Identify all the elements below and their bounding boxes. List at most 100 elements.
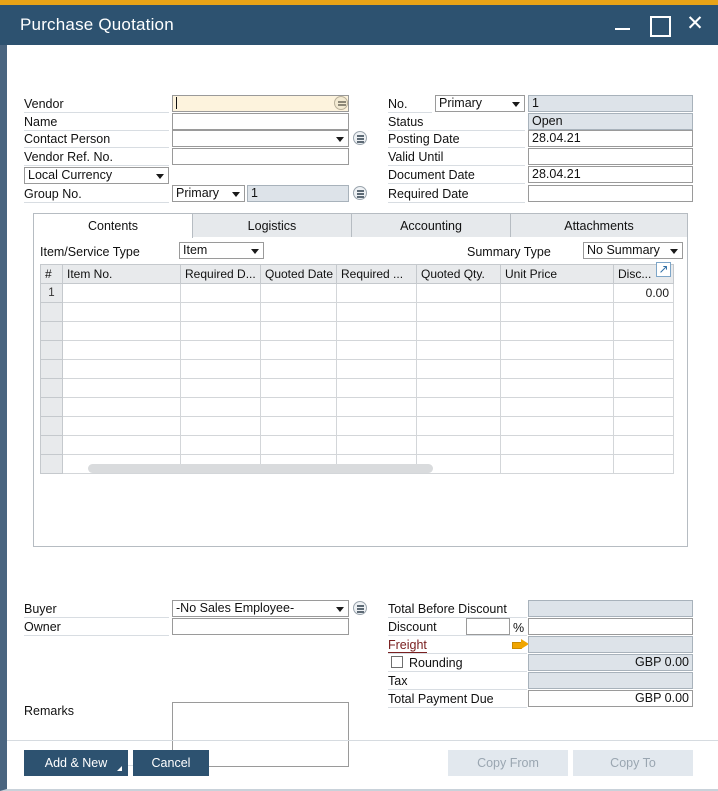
cell-empty[interactable] xyxy=(260,302,337,322)
add-and-new-button[interactable]: Add & New xyxy=(24,750,128,776)
cell-empty[interactable] xyxy=(416,321,501,341)
cell-empty[interactable] xyxy=(180,435,261,455)
column-header-unit-price[interactable]: Unit Price xyxy=(500,264,614,284)
cell-quoted-date[interactable] xyxy=(260,283,337,303)
close-icon[interactable]: ✕ xyxy=(684,11,706,37)
table-row[interactable] xyxy=(40,397,674,417)
cell-required-d[interactable] xyxy=(180,283,261,303)
table-row[interactable] xyxy=(40,378,674,398)
grid-horizontal-scrollbar[interactable] xyxy=(88,464,433,473)
split-button-arrow-icon[interactable] xyxy=(117,766,122,771)
group-no-series-select[interactable]: Primary xyxy=(172,185,245,202)
cell-empty[interactable] xyxy=(500,435,614,455)
valid-until-input[interactable] xyxy=(528,148,693,165)
cell-empty[interactable] xyxy=(416,397,501,417)
cell-empty[interactable] xyxy=(336,359,417,379)
item-service-type-select[interactable]: Item xyxy=(179,242,264,259)
group-no-value[interactable]: 1 xyxy=(247,185,349,202)
minimize-icon[interactable] xyxy=(612,11,634,37)
cell-empty[interactable] xyxy=(180,397,261,417)
cell-empty[interactable] xyxy=(336,416,417,436)
cell-empty[interactable] xyxy=(336,435,417,455)
tab-attachments[interactable]: Attachments xyxy=(510,213,688,238)
contact-person-link-button[interactable] xyxy=(353,131,367,145)
currency-select[interactable]: Local Currency xyxy=(24,167,169,184)
cell-empty[interactable] xyxy=(260,435,337,455)
cell-empty[interactable] xyxy=(62,321,181,341)
open-in-new-icon[interactable]: ↗ xyxy=(656,262,671,277)
cell-empty[interactable] xyxy=(260,359,337,379)
cell-empty[interactable] xyxy=(613,359,674,379)
cell-empty[interactable] xyxy=(260,397,337,417)
numbering-series-select[interactable]: Primary xyxy=(435,95,525,112)
table-row[interactable]: 1 0.00 xyxy=(40,283,674,303)
vendor-ref-no-input[interactable] xyxy=(172,148,349,165)
cell-empty[interactable] xyxy=(62,435,181,455)
cell-empty[interactable] xyxy=(500,359,614,379)
cell-empty[interactable] xyxy=(613,378,674,398)
column-header-item-no[interactable]: Item No. xyxy=(62,264,181,284)
cell-empty[interactable] xyxy=(336,340,417,360)
contact-person-select[interactable] xyxy=(172,130,349,147)
cell-empty[interactable] xyxy=(500,454,614,474)
owner-input[interactable] xyxy=(172,618,349,635)
cell-empty[interactable] xyxy=(260,378,337,398)
freight-link-text[interactable]: Freight xyxy=(388,638,427,653)
cell-empty[interactable] xyxy=(613,435,674,455)
cell-unit-price[interactable] xyxy=(500,283,614,303)
cell-empty[interactable] xyxy=(180,416,261,436)
maximize-icon[interactable] xyxy=(648,11,671,37)
cell-empty[interactable] xyxy=(416,416,501,436)
cell-quoted-qty[interactable] xyxy=(416,283,501,303)
cell-empty[interactable] xyxy=(613,416,674,436)
cell-empty[interactable] xyxy=(180,302,261,322)
cell-empty[interactable] xyxy=(613,321,674,341)
table-row[interactable] xyxy=(40,416,674,436)
cell-empty[interactable] xyxy=(613,302,674,322)
vendor-input[interactable] xyxy=(172,95,349,112)
cell-empty[interactable] xyxy=(416,340,501,360)
group-no-link-button[interactable] xyxy=(353,186,367,200)
cell-empty[interactable] xyxy=(500,416,614,436)
copy-from-button[interactable]: Copy From xyxy=(448,750,568,776)
discount-amount-value[interactable] xyxy=(528,618,693,635)
cell-empty[interactable] xyxy=(62,397,181,417)
cell-empty[interactable] xyxy=(260,340,337,360)
cancel-button[interactable]: Cancel xyxy=(133,750,209,776)
cell-empty[interactable] xyxy=(260,321,337,341)
column-header-required[interactable]: Required ... xyxy=(336,264,417,284)
summary-type-select[interactable]: No Summary xyxy=(583,242,683,259)
column-header-quoted-date[interactable]: Quoted Date xyxy=(260,264,337,284)
cell-empty[interactable] xyxy=(180,340,261,360)
cell-empty[interactable] xyxy=(180,359,261,379)
cell-empty[interactable] xyxy=(336,397,417,417)
column-header-quoted-qty[interactable]: Quoted Qty. xyxy=(416,264,501,284)
cell-empty[interactable] xyxy=(62,359,181,379)
buyer-link-button[interactable] xyxy=(353,601,367,615)
cell-empty[interactable] xyxy=(336,321,417,341)
required-date-input[interactable] xyxy=(528,185,693,202)
cell-empty[interactable] xyxy=(613,454,674,474)
posting-date-input[interactable]: 28.04.21 xyxy=(528,130,693,147)
cell-empty[interactable] xyxy=(613,340,674,360)
cell-empty[interactable] xyxy=(500,302,614,322)
cell-empty[interactable] xyxy=(62,302,181,322)
table-row[interactable] xyxy=(40,340,674,360)
cell-empty[interactable] xyxy=(500,378,614,398)
table-row[interactable] xyxy=(40,435,674,455)
cell-required[interactable] xyxy=(336,283,417,303)
cell-empty[interactable] xyxy=(500,397,614,417)
name-input[interactable] xyxy=(172,113,349,130)
cell-empty[interactable] xyxy=(62,340,181,360)
cell-empty[interactable] xyxy=(62,378,181,398)
cell-empty[interactable] xyxy=(62,416,181,436)
table-row[interactable] xyxy=(40,302,674,322)
cell-empty[interactable] xyxy=(416,435,501,455)
buyer-select[interactable]: -No Sales Employee- xyxy=(172,600,349,617)
cell-empty[interactable] xyxy=(613,397,674,417)
cell-item-no[interactable] xyxy=(62,283,181,303)
cell-empty[interactable] xyxy=(500,340,614,360)
tab-contents[interactable]: Contents xyxy=(33,213,193,238)
cell-empty[interactable] xyxy=(336,378,417,398)
cell-empty[interactable] xyxy=(180,378,261,398)
